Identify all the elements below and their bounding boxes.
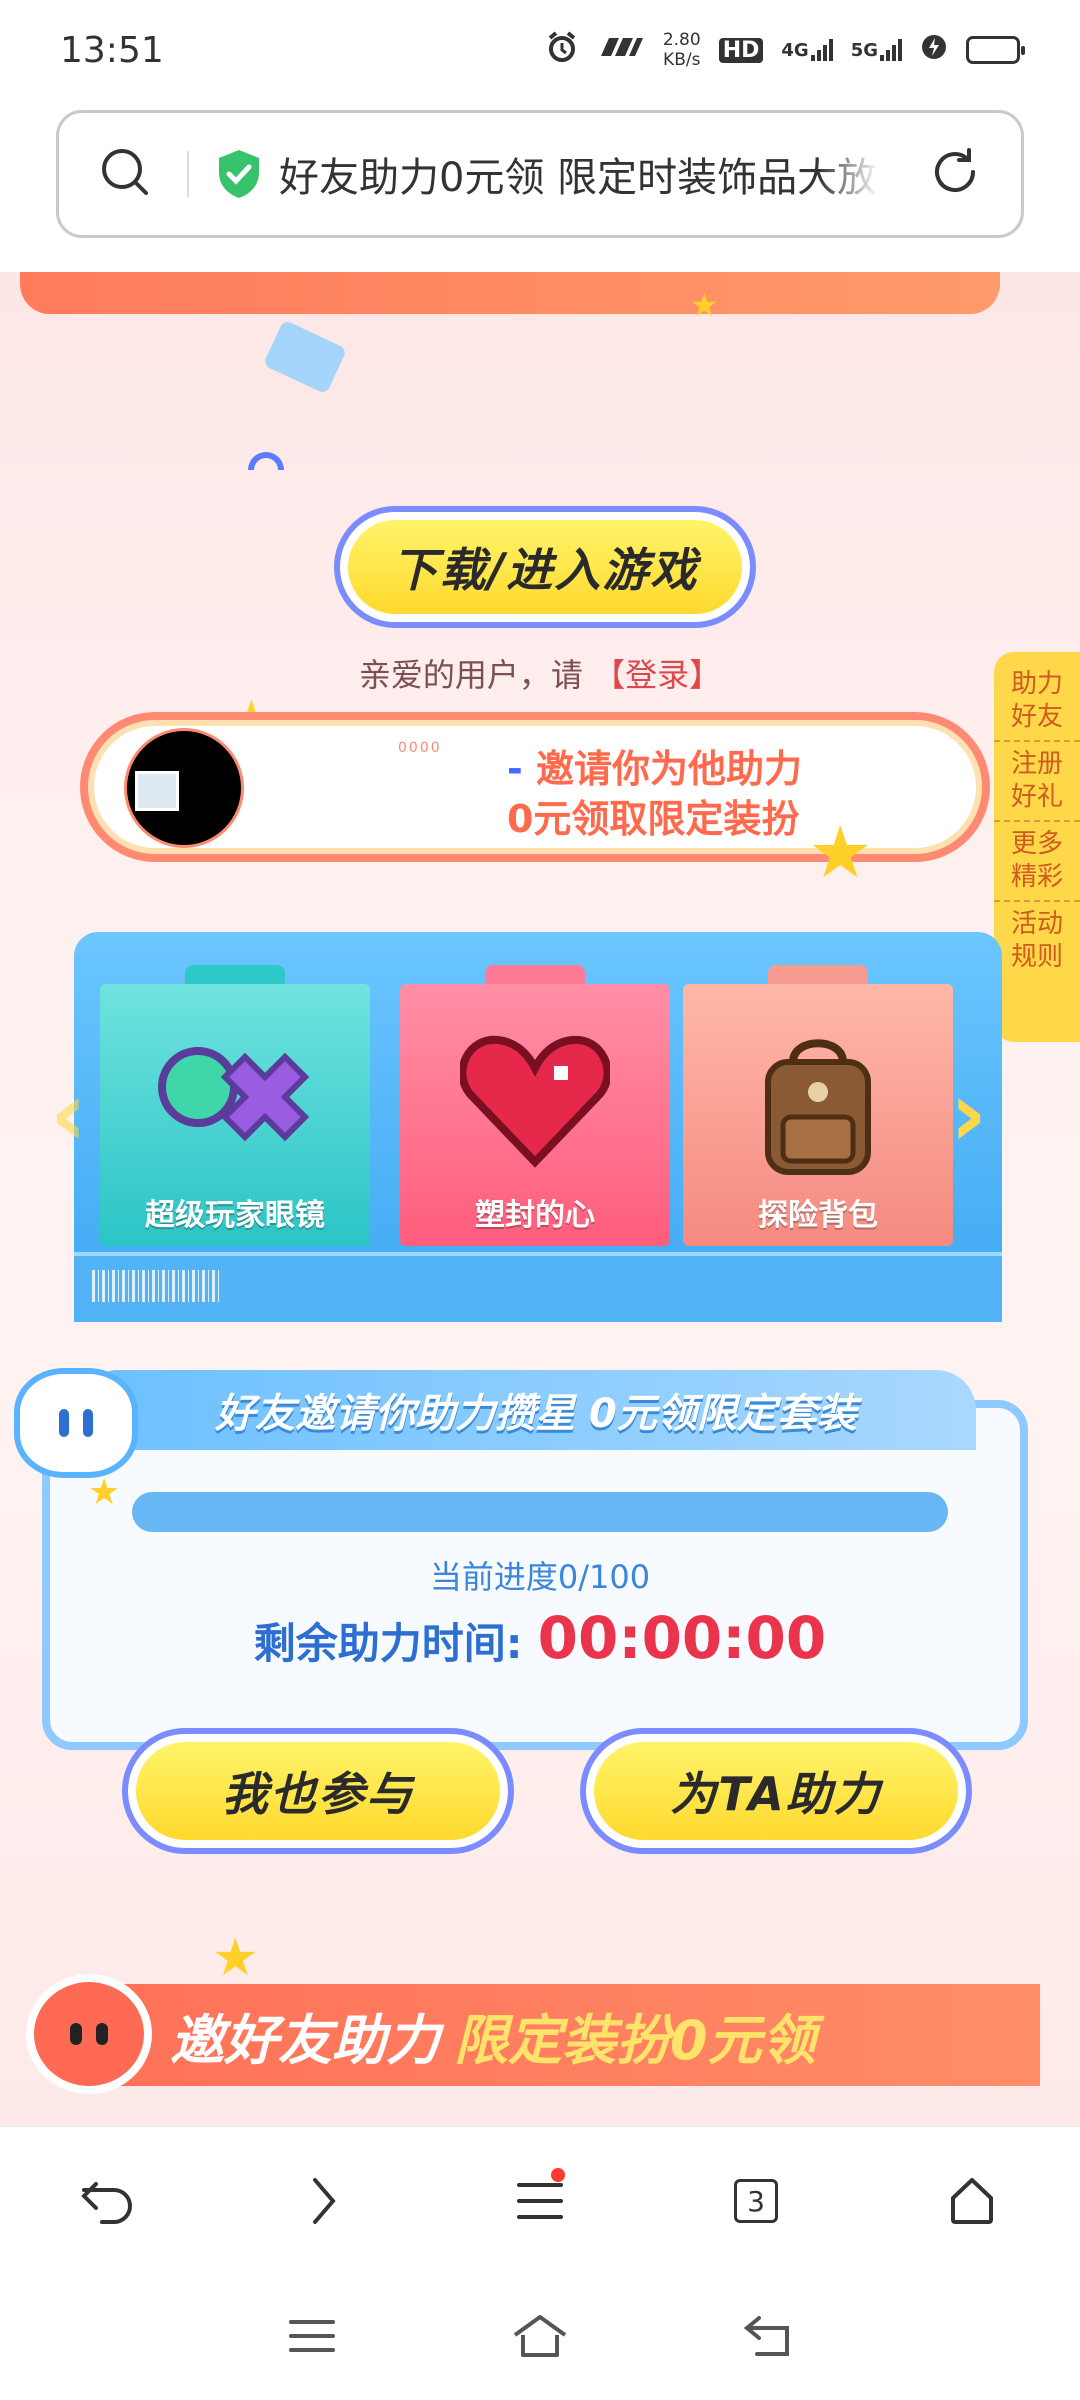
side-tab-register-gift[interactable]: 注册 好礼 [994,742,1080,822]
invite-line-1: 邀请你为他助力 [535,747,802,791]
arc-decoration [248,452,284,470]
bottom-banner-main: 邀好友助力 [170,2008,440,2072]
star-icon: ★ [690,286,719,324]
status-icons: 2.80 KB/s HD 4G 5G [545,30,1025,70]
invite-line-2: 0元领取限定装扮 [506,797,800,841]
net-speed-value: 2.80 [662,30,701,50]
address-bar[interactable]: 好友助力0元领 限定时装饰品大放送 [56,110,1024,238]
net-speed: 2.80 KB/s [663,30,701,70]
reward-item-glasses[interactable]: 超级玩家眼镜 [100,984,370,1246]
side-tab-rules[interactable]: 活动 规则 [994,902,1080,980]
progress-bar [132,1492,948,1532]
timer-row: 剩余助力时间: 00:00:00 [0,1604,1080,1672]
bottom-banner-highlight: 限定装扮0元领 [454,2008,816,2072]
reward-label: 探险背包 [758,1198,878,1233]
browser-toolbar: 3 [0,2125,1080,2275]
glasses-icon [158,1047,310,1142]
signal-4g-icon: 4G [781,39,833,61]
net-speed-unit: KB/s [663,50,701,70]
reward-label: 塑封的心 [475,1198,595,1233]
invite-message: - 邀请你为他助力 0元领取限定装扮 [507,744,802,844]
join-button[interactable]: 我也参与 [122,1728,514,1854]
greeting-text: 亲爱的用户，请 [358,656,583,694]
timer-label: 剩余助力时间: [253,1619,523,1668]
side-tab-more[interactable]: 更多 精彩 [994,822,1080,902]
forward-button[interactable] [279,2156,369,2246]
confetti-decoration [262,319,348,395]
refresh-icon[interactable] [929,146,981,202]
star-icon: ★ [88,1472,121,1513]
signal-5g-icon: 5G [851,39,902,61]
help-ta-button[interactable]: 为TA助力 [580,1728,972,1854]
system-back-icon[interactable] [743,2314,793,2362]
star-mascot-icon [14,1368,138,1478]
charging-icon [920,33,948,67]
top-banner [20,272,1000,314]
system-home-icon[interactable] [511,2313,569,2363]
tab-count: 3 [734,2179,778,2223]
inviter-name: 0000 [398,740,442,756]
side-menu: 助力 好友 注册 好礼 更多 精彩 活动 规则 [994,652,1080,1042]
net-4g-label: 4G [781,40,809,61]
heart-icon [460,1035,610,1168]
barcode-decoration [92,1270,222,1302]
login-link[interactable]: 【登录】 [593,656,721,694]
timer-value: 00:00:00 [537,1604,827,1672]
battery-icon [966,36,1025,64]
net-5g-label: 5G [850,40,878,61]
page-layer: ★ 下载/进入游戏 亲爱的用户，请 【登录】 ★ 0000 - 邀请你为他助力 … [0,272,1080,2125]
chevron-left-icon[interactable]: ‹ [50,1062,87,1167]
backpack-icon [765,1039,871,1175]
star-mascot-icon [26,1974,152,2094]
download-game-button[interactable]: 下载/进入游戏 [334,506,756,628]
status-bar: 13:51 2.80 KB/s HD 4G 5G [0,0,1080,100]
star-icon: ★ [212,1928,259,1988]
back-icon [81,2182,132,2224]
carrier-icon [597,35,645,65]
chevron-right-icon[interactable]: › [950,1062,987,1167]
menu-icon [517,2183,563,2219]
chevron-right-icon [313,2178,336,2224]
hd-badge: HD [718,37,764,63]
progress-fill [132,1492,948,1532]
menu-button[interactable] [495,2156,585,2246]
system-navigation [0,2275,1080,2400]
search-icon[interactable] [99,146,151,202]
notification-dot [551,2168,565,2182]
back-button[interactable] [63,2156,153,2246]
progress-text: 当前进度0/100 [429,1558,651,1596]
page-title[interactable]: 好友助力0元领 限定时装饰品大放送 [279,145,879,203]
reward-item-heart[interactable]: 塑封的心 [400,984,670,1246]
star-icon: ★ [808,810,873,894]
bottom-banner: 邀好友助力 限定装扮0元领 [30,1984,1040,2086]
home-icon [951,2178,993,2224]
secure-shield-icon [215,148,263,200]
panel-title: 好友邀请你助力攒星 0元领限定套装 [96,1370,976,1450]
reward-label: 超级玩家眼镜 [145,1198,325,1233]
clock: 13:51 [60,29,164,71]
broken-image-icon [135,771,179,811]
home-button[interactable] [927,2156,1017,2246]
tabs-button[interactable]: 3 [711,2156,801,2246]
recent-apps-icon[interactable] [287,2316,337,2360]
avatar [124,728,244,848]
side-tab-help-friend[interactable]: 助力 好友 [994,662,1080,742]
reward-item-backpack[interactable]: 探险背包 [683,984,953,1246]
url-divider [187,151,189,197]
greeting: 亲爱的用户，请 【登录】 [0,650,1080,696]
alarm-icon [545,30,579,70]
